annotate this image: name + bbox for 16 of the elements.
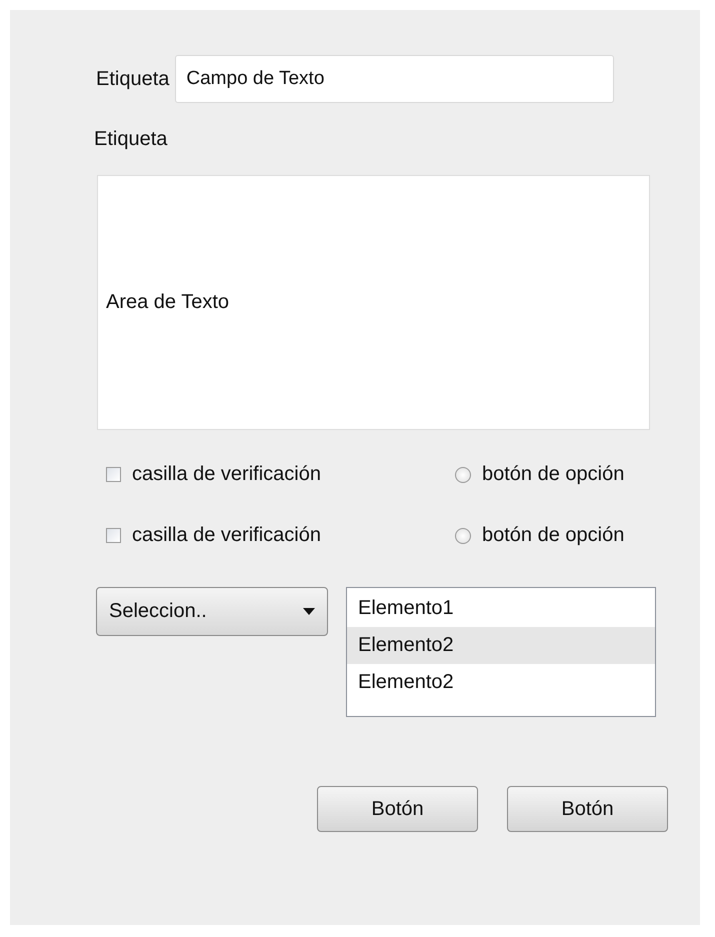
- checkbox[interactable]: casilla de verificación: [106, 463, 455, 486]
- radio-button[interactable]: botón de opción: [455, 524, 624, 547]
- text-field[interactable]: Campo de Texto: [175, 55, 614, 103]
- list-box[interactable]: Elemento1 Elemento2 Elemento2: [346, 587, 656, 717]
- radio-button[interactable]: botón de opción: [455, 463, 624, 486]
- list-item[interactable]: Elemento1: [347, 590, 655, 627]
- list-item[interactable]: Elemento2: [347, 627, 655, 664]
- list-item[interactable]: Elemento2: [347, 664, 655, 701]
- push-button[interactable]: Botón: [317, 786, 478, 832]
- area-label: Etiqueta: [94, 128, 168, 151]
- push-button[interactable]: Botón: [507, 786, 668, 832]
- field-label: Etiqueta: [96, 68, 170, 90]
- text-area[interactable]: Area de Texto: [97, 175, 650, 430]
- caret-icon: [303, 608, 315, 615]
- checkbox[interactable]: casilla de verificación: [106, 524, 455, 547]
- dropdown[interactable]: Seleccion..: [96, 587, 328, 636]
